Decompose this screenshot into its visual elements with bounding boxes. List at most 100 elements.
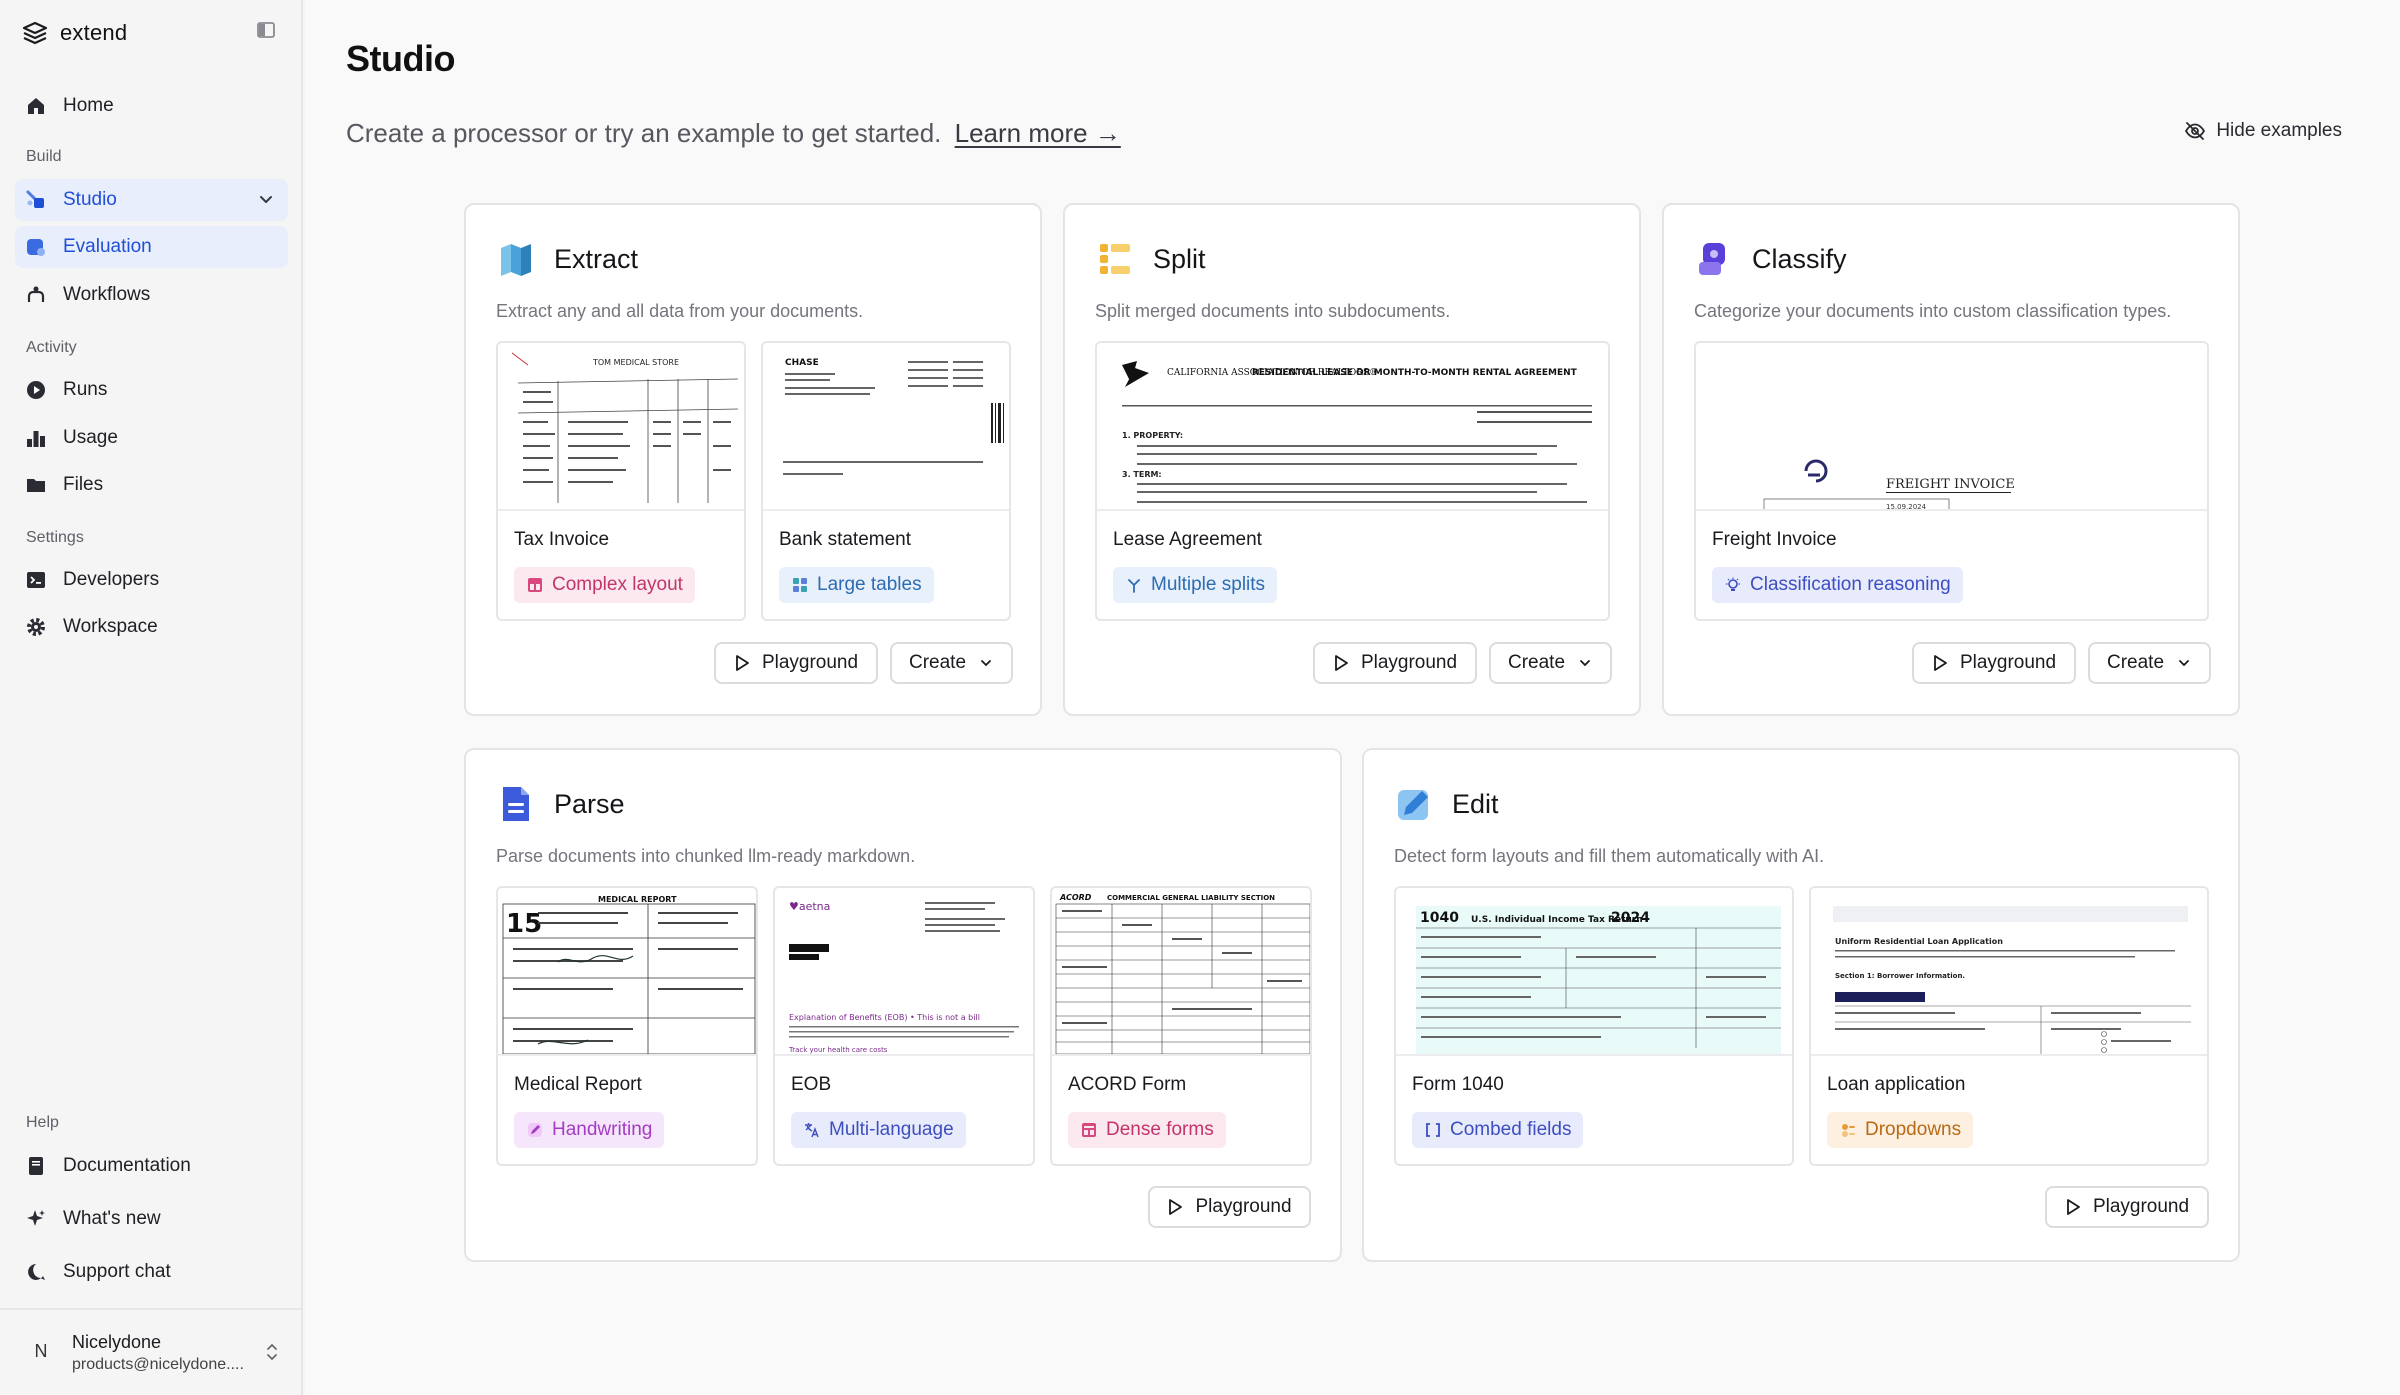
edit-icon (1394, 784, 1434, 824)
sidebar-item-label: Studio (63, 189, 117, 210)
thumb-form-number: 1040 (1420, 910, 1459, 926)
thumb-title: COMMERCIAL GENERAL LIABILITY SECTION (1107, 894, 1275, 902)
example-form-1040[interactable]: 1040 U.S. Individual Income Tax Return 2… (1394, 886, 1794, 1166)
example-bank-statement[interactable]: CHASE Bank statement Large tables (761, 341, 1011, 621)
chevron-down-icon[interactable] (256, 189, 276, 209)
playground-button[interactable]: Playground (714, 642, 878, 684)
sidebar-item-label: Workspace (63, 616, 158, 637)
create-button[interactable]: Create (1489, 642, 1612, 684)
thumb-title: RESIDENTIAL LEASE OR MONTH-TO-MONTH RENT… (1252, 368, 1578, 378)
thumb-section: 1. PROPERTY: (1122, 431, 1183, 440)
example-freight-invoice[interactable]: FREIGHT INVOICE 15.09.2024 Freight Invoi… (1694, 341, 2209, 621)
evaluation-icon (23, 234, 49, 260)
edit-card: Edit Detect form layouts and fill them a… (1362, 748, 2240, 1262)
play-icon (736, 655, 749, 671)
card-title: Parse (554, 788, 625, 819)
user-menu[interactable]: N Nicelydone products@nicelydone.... (0, 1308, 303, 1395)
sidebar-toggle-icon (257, 22, 275, 38)
sidebar-item-whats-new[interactable]: What's new (15, 1198, 288, 1240)
playground-button[interactable]: Playground (2045, 1186, 2209, 1228)
document-thumbnail: Uniform Residential Loan Application Sec… (1811, 888, 2207, 1056)
studio-icon (23, 187, 49, 213)
sidebar-item-developers[interactable]: Developers (15, 559, 288, 601)
lightbulb-icon (1724, 576, 1742, 594)
layout-icon (526, 576, 544, 594)
user-name: Nicelydone (72, 1332, 162, 1352)
hide-examples-button[interactable]: Hide examples (2184, 120, 2342, 142)
example-name: Lease Agreement (1113, 529, 1262, 550)
sidebar-item-runs[interactable]: Runs (15, 369, 288, 411)
thumb-subheading: Track your health care costs (788, 1046, 888, 1054)
thumb-title: MEDICAL REPORT (598, 895, 677, 904)
split-card: Split Split merged documents into subdoc… (1063, 203, 1641, 716)
chevron-down-icon (2179, 660, 2189, 667)
example-tax-invoice[interactable]: TOM MEDICAL STORE Tax Invoice Complex la… (496, 341, 746, 621)
thumb-section: Section 1: Borrower Information. (1835, 972, 1965, 980)
playground-button[interactable]: Playground (1148, 1186, 1311, 1228)
card-description: Detect form layouts and fill them automa… (1394, 846, 1825, 866)
learn-more-link[interactable]: Learn more → (955, 118, 1121, 148)
document-thumbnail: 1040 U.S. Individual Income Tax Return 2… (1396, 888, 1792, 1056)
example-acord-form[interactable]: ACORD COMMERCIAL GENERAL LIABILITY SECTI… (1050, 886, 1312, 1166)
playground-button[interactable]: Playground (1313, 642, 1477, 684)
playground-label: Playground (1195, 1196, 1292, 1217)
runs-icon (23, 377, 49, 403)
card-title: Split (1153, 243, 1206, 274)
sparkle-icon (23, 1206, 49, 1232)
sidebar: extend Home Build Studio Evaluation Work… (0, 0, 303, 1395)
example-eob[interactable]: ♥aetna Explanation of Benefits (EOB) • T… (773, 886, 1035, 1166)
sidebar-item-usage[interactable]: Usage (15, 417, 288, 459)
playground-label: Playground (761, 652, 859, 673)
sidebar-item-home[interactable]: Home (15, 85, 288, 127)
sidebar-item-files[interactable]: Files (15, 464, 288, 506)
collapse-sidebar-button[interactable] (256, 20, 280, 44)
feature-tag: Multi-language (791, 1112, 966, 1148)
developers-icon (23, 567, 49, 593)
hide-examples-label: Hide examples (2216, 120, 2342, 141)
card-description: Categorize your documents into custom cl… (1694, 301, 2172, 321)
example-name: EOB (791, 1074, 832, 1095)
sidebar-item-support-chat[interactable]: Support chat (15, 1251, 288, 1293)
sidebar-item-label: Evaluation (63, 236, 152, 257)
sidebar-item-evaluation[interactable]: Evaluation (15, 226, 288, 268)
feature-tag: Complex layout (514, 567, 695, 603)
gear-icon (23, 614, 49, 640)
document-thumbnail: MEDICAL REPORT 15 (498, 888, 756, 1056)
sidebar-item-workflows[interactable]: Workflows (15, 274, 288, 316)
form-icon (1080, 1121, 1098, 1139)
document-thumbnail: TOM MEDICAL STORE (498, 343, 744, 511)
create-button[interactable]: Create (2088, 642, 2211, 684)
playground-button[interactable]: Playground (1912, 642, 2076, 684)
play-icon (1934, 655, 1947, 671)
example-medical-report[interactable]: MEDICAL REPORT 15 Medical Report Handwri… (496, 886, 758, 1166)
brand[interactable]: extend (22, 16, 127, 50)
sidebar-item-workspace[interactable]: Workspace (15, 606, 288, 648)
extract-card: Extract Extract any and all data from yo… (464, 203, 1042, 716)
chevron-down-icon (1580, 660, 1590, 667)
thumb-brand: ♥aetna (789, 900, 830, 913)
extend-logo-icon (22, 21, 48, 45)
chevron-up-down-icon[interactable] (262, 1340, 282, 1364)
create-label: Create (2106, 652, 2165, 673)
feature-tag-label: Large tables (817, 574, 922, 595)
document-thumbnail: CALIFORNIA ASSOCIATION OF REALTORS® RESI… (1097, 343, 1608, 511)
play-icon (2067, 1199, 2080, 1215)
sidebar-item-documentation[interactable]: Documentation (15, 1145, 288, 1187)
pen-icon (526, 1121, 544, 1139)
playground-label: Playground (2092, 1196, 2190, 1217)
extract-icon (496, 239, 536, 279)
playground-label: Playground (1959, 652, 2057, 673)
create-label: Create (908, 652, 967, 673)
feature-tag-label: Complex layout (552, 574, 683, 595)
sidebar-item-label: Documentation (63, 1155, 191, 1176)
play-icon (1169, 1199, 1183, 1215)
chevron-down-icon (981, 660, 991, 667)
chat-icon (23, 1259, 49, 1285)
example-name: Bank statement (779, 529, 912, 550)
example-loan-application[interactable]: Uniform Residential Loan Application Sec… (1809, 886, 2209, 1166)
sidebar-item-studio[interactable]: Studio (15, 179, 288, 221)
sidebar-item-label: Workflows (63, 284, 151, 305)
create-button[interactable]: Create (890, 642, 1013, 684)
main-content: Studio Create a processor or try an exam… (305, 0, 2400, 1395)
example-lease-agreement[interactable]: CALIFORNIA ASSOCIATION OF REALTORS® RESI… (1095, 341, 1610, 621)
